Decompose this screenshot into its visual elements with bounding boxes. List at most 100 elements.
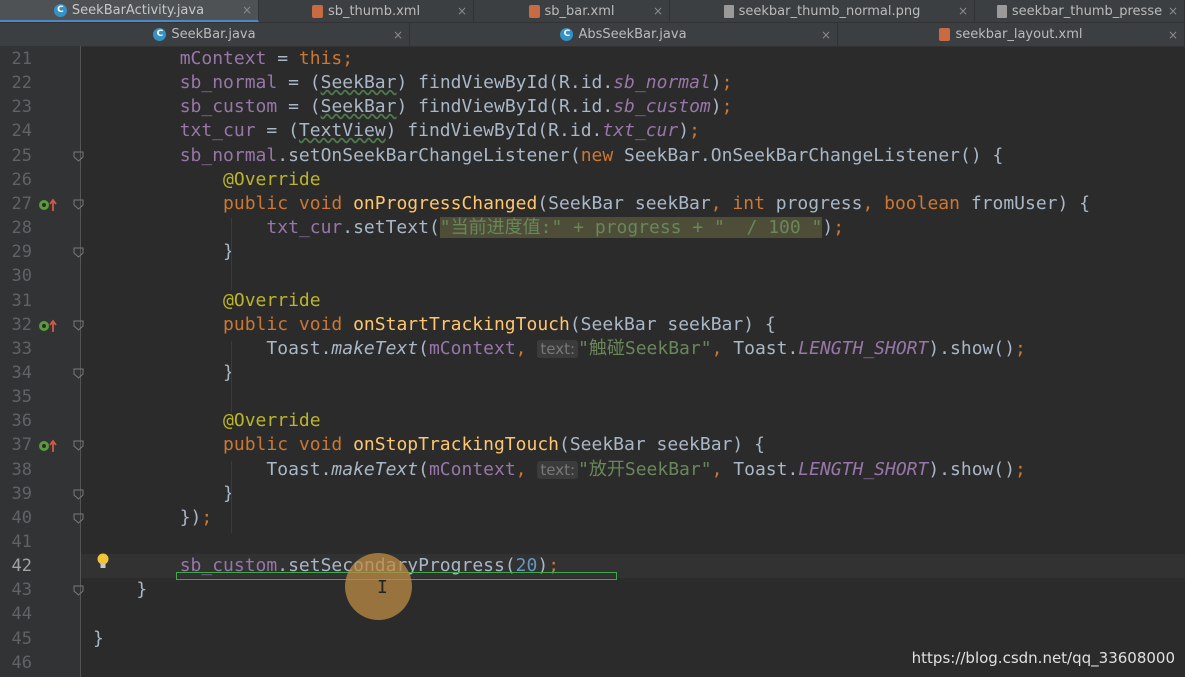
tab-sb-bar-xml[interactable]: sb_bar.xml ×	[474, 0, 670, 22]
parameter-hint: text:	[537, 460, 579, 479]
code-line[interactable]: Toast.makeText(mContext, text: "放开SeekBar…	[81, 458, 1185, 482]
tab-seekbar-thumb-normal-png[interactable]: seekbar_thumb_normal.png ×	[670, 0, 975, 22]
line-number[interactable]: 28	[0, 216, 32, 240]
tab-seekbar-layout-xml[interactable]: seekbar_layout.xml ×	[838, 23, 1185, 46]
line-number[interactable]: 35	[0, 385, 32, 409]
line-number[interactable]: 25	[0, 144, 32, 168]
code-token: sb_normal	[179, 144, 278, 166]
close-tab-icon[interactable]: ×	[821, 28, 831, 42]
code-token: SeekBar	[320, 72, 397, 94]
line-number[interactable]: 27	[0, 192, 32, 216]
close-tab-icon[interactable]: ×	[457, 4, 467, 18]
code-line[interactable]: }	[81, 240, 1185, 264]
line-number[interactable]: 40	[0, 506, 32, 530]
code-token: (SeekBar seekBar) {	[559, 434, 765, 456]
line-number[interactable]: 37	[0, 433, 32, 457]
line-number[interactable]: 45	[0, 627, 32, 651]
line-number[interactable]: 31	[0, 289, 32, 313]
code-token: txt_cur	[179, 120, 256, 142]
tab-seekbar-thumb-presse[interactable]: seekbar_thumb_presse ×	[975, 0, 1185, 22]
line-number[interactable]: 21	[0, 47, 32, 71]
code-line[interactable]: }	[81, 482, 1185, 506]
code-token: (	[418, 337, 429, 359]
tab-label: AbsSeekBar.java	[578, 27, 687, 42]
code-line[interactable]: @Override	[81, 289, 1185, 313]
code-line-text: }	[93, 578, 147, 602]
line-number[interactable]: 32	[0, 313, 32, 337]
code-line[interactable]	[81, 602, 1185, 626]
code-token: ;	[721, 96, 733, 118]
code-line[interactable]: @Override	[81, 168, 1185, 192]
line-number[interactable]: 29	[0, 240, 32, 264]
close-tab-icon[interactable]: ×	[242, 3, 252, 17]
code-token: (	[418, 458, 429, 480]
image-file-icon	[996, 4, 1007, 18]
code-token: sb_custom	[613, 96, 711, 118]
line-number[interactable]: 44	[0, 602, 32, 626]
line-number[interactable]: 38	[0, 458, 32, 482]
code-line[interactable]	[81, 385, 1185, 409]
line-number[interactable]: 26	[0, 168, 32, 192]
code-token: progress	[775, 192, 863, 214]
code-token: onProgressChanged	[353, 192, 538, 214]
line-number[interactable]: 42	[0, 554, 32, 578]
lightbulb-icon[interactable]	[96, 553, 110, 575]
code-line[interactable]: sb_normal = (SeekBar) findViewById(R.id.…	[81, 71, 1185, 95]
code-line[interactable]: @Override	[81, 409, 1185, 433]
line-number[interactable]: 30	[0, 264, 32, 288]
code-line[interactable]: public void onProgressChanged(SeekBar se…	[81, 192, 1185, 216]
tab-absseekbar-java[interactable]: C AbsSeekBar.java ×	[410, 23, 838, 46]
code-line[interactable]: public void onStopTrackingTouch(SeekBar …	[81, 433, 1185, 457]
tab-seekbar-java[interactable]: C SeekBar.java ×	[0, 23, 410, 46]
code-line[interactable]: txt_cur.setText("当前进度值:" + progress + " …	[81, 216, 1185, 240]
line-number[interactable]: 23	[0, 95, 32, 119]
code-token: @Override	[223, 168, 321, 190]
tab-seekbaractivity-java[interactable]: C SeekBarActivity.java ×	[0, 0, 259, 22]
line-number[interactable]: 22	[0, 71, 32, 95]
line-number[interactable]: 39	[0, 482, 32, 506]
code-token: }	[93, 627, 104, 649]
code-token: }	[93, 579, 148, 601]
line-number[interactable]: 24	[0, 119, 32, 143]
indent-guide	[231, 218, 232, 290]
close-tab-icon[interactable]: ×	[393, 28, 403, 42]
line-number[interactable]: 34	[0, 361, 32, 385]
code-line[interactable]: mContext = this;	[81, 47, 1185, 71]
line-number-gutter[interactable]: 21 22 23 24 25 26 27 28 29 30 31 32 33 34 35 36 37 38 39 40…	[0, 46, 84, 677]
line-number[interactable]: 33	[0, 337, 32, 361]
code-line[interactable]: }	[81, 578, 1185, 602]
code-line[interactable]: public void onStartTrackingTouch(SeekBar…	[81, 313, 1185, 337]
code-token: sb_normal	[613, 72, 711, 94]
close-tab-icon[interactable]: ×	[958, 4, 968, 18]
code-line[interactable]: txt_cur = (TextView) findViewById(R.id.t…	[81, 119, 1185, 143]
close-tab-icon[interactable]: ×	[1168, 4, 1178, 18]
code-line[interactable]	[81, 530, 1185, 554]
code-editor[interactable]: mContext = this; sb_normal = (SeekBar) f…	[81, 46, 1185, 677]
code-line[interactable]	[81, 264, 1185, 288]
close-tab-icon[interactable]: ×	[1168, 28, 1178, 42]
code-line[interactable]: }	[81, 361, 1185, 385]
code-token: onStartTrackingTouch	[353, 313, 570, 335]
line-number[interactable]: 43	[0, 578, 32, 602]
implements-method-icon[interactable]	[38, 438, 58, 457]
line-number[interactable]: 46	[0, 651, 32, 675]
code-line[interactable]: sb_custom = (SeekBar) findViewById(R.id.…	[81, 95, 1185, 119]
implements-method-icon[interactable]	[38, 318, 58, 337]
line-number[interactable]: 36	[0, 409, 32, 433]
code-token: ,	[515, 458, 538, 480]
code-token: sb_normal	[179, 72, 278, 94]
line-number[interactable]: 41	[0, 530, 32, 554]
code-line[interactable]: sb_normal.setOnSeekBarChangeListener(new…	[81, 144, 1185, 168]
code-line[interactable]: });	[81, 506, 1185, 530]
tab-sb-thumb-xml[interactable]: sb_thumb.xml ×	[259, 0, 474, 22]
close-tab-icon[interactable]: ×	[653, 4, 663, 18]
code-token: "触碰SeekBar"	[578, 337, 712, 359]
indent-guide	[231, 461, 232, 533]
code-line[interactable]: }	[81, 627, 1185, 651]
implements-method-icon[interactable]	[38, 197, 58, 216]
code-token: new	[580, 144, 625, 166]
code-line[interactable]: Toast.makeText(mContext, text: "触碰SeekBar…	[81, 337, 1185, 361]
